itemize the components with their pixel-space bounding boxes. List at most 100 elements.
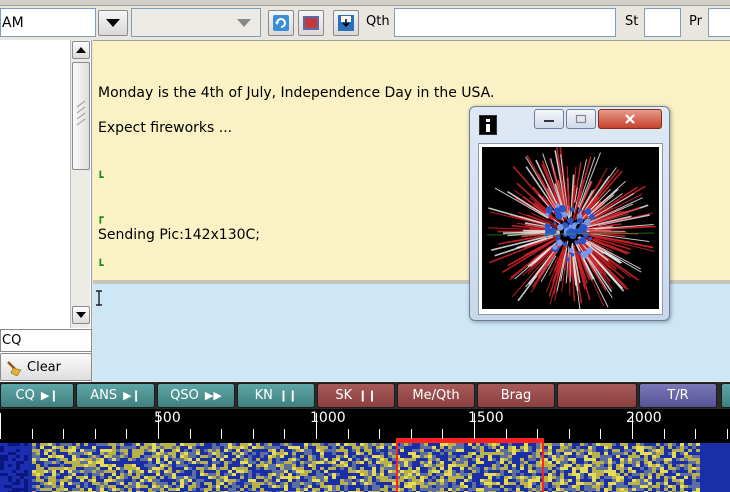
clear-label: Clear <box>27 360 61 375</box>
minimize-icon <box>544 120 554 122</box>
rx-line-3: Sending Pic:142x130C; <box>98 227 261 243</box>
picture-receive-window[interactable] <box>469 106 670 321</box>
st-label: St <box>625 14 639 29</box>
qth-label: Qth <box>366 14 390 29</box>
macro-label: Brag <box>500 388 532 403</box>
macro-button-sk[interactable]: SK ❙❙ <box>317 383 395 408</box>
macro-label: QSO <box>170 388 199 403</box>
macro-state-icon: ▶❙ <box>123 389 141 402</box>
macro-button-t-r[interactable]: T/R <box>639 383 717 408</box>
scale-tick <box>347 429 349 439</box>
macro-button-empty-7[interactable] <box>557 383 637 408</box>
scale-tick <box>663 429 665 439</box>
macro-state-icon: ❙❙ <box>358 389 377 402</box>
bandwidth-field[interactable] <box>131 8 261 37</box>
scale-tick <box>442 429 444 439</box>
scale-tick <box>505 429 507 439</box>
macro-label: KN <box>254 388 273 403</box>
refresh-icon <box>273 15 289 31</box>
scale-tick <box>252 429 254 439</box>
scale-label: 500 <box>154 410 181 426</box>
scale-tick <box>126 429 128 439</box>
minimize-button[interactable] <box>534 109 564 129</box>
grip-icon <box>76 100 86 126</box>
scale-tick <box>31 429 33 439</box>
maximize-button[interactable] <box>566 109 596 129</box>
clear-button[interactable]: Clear <box>0 353 92 381</box>
chevron-up-icon <box>76 47 86 53</box>
scroll-up-button[interactable] <box>72 41 90 59</box>
top-strip <box>0 0 730 6</box>
scale-tick <box>537 429 539 439</box>
scroll-thumb[interactable] <box>72 62 90 170</box>
frequency-scale[interactable]: 500 1000 1500 2000 <box>0 409 730 443</box>
fldigi-window: AM Qth St Pr CQ Clear Monday is the 4th … <box>0 0 730 492</box>
chevron-down-icon <box>237 19 251 27</box>
mode-field[interactable]: AM <box>0 8 96 37</box>
maximize-icon <box>575 114 587 124</box>
firework-image <box>486 147 656 309</box>
left-scrollbar[interactable] <box>70 40 90 328</box>
info-icon <box>479 115 497 135</box>
macro-button-kn[interactable]: KN ❙❙ <box>237 383 315 408</box>
scale-label: 2000 <box>626 410 662 426</box>
scale-tick <box>63 429 65 439</box>
macro-label: Me/Qth <box>412 388 460 403</box>
received-picture <box>482 147 659 309</box>
scale-tick <box>189 429 191 439</box>
picture-frame <box>478 143 663 315</box>
scale-label: 1500 <box>468 410 504 426</box>
qth-input[interactable] <box>394 8 616 37</box>
macro-label: T/R <box>667 388 689 403</box>
macro-state-icon: ▶▶ <box>204 389 222 402</box>
macro-button-brag[interactable]: Brag <box>477 383 555 408</box>
picture-button[interactable] <box>298 10 324 36</box>
scale-tick <box>568 429 570 439</box>
close-button[interactable] <box>598 109 662 129</box>
macro-bar: CQ ▶❙ ANS ▶❙ QSO ▶▶ KN ❙❙ SK ❙❙ Me/Qth Brag T/R <box>0 382 730 409</box>
macro-button-cq[interactable]: CQ ▶❙ <box>0 383 74 408</box>
macro-name-field[interactable]: CQ <box>0 329 92 352</box>
refresh-button[interactable] <box>268 10 294 36</box>
broom-icon <box>7 361 22 377</box>
line-marker: ┏ <box>97 211 104 224</box>
scale-tick <box>410 429 412 439</box>
scroll-down-button[interactable] <box>72 306 90 324</box>
scale-tick <box>284 429 286 439</box>
macro-button-tune[interactable] <box>721 383 730 408</box>
rx-line-2: Expect fireworks ... <box>98 120 233 136</box>
scale-label: 1000 <box>310 410 346 426</box>
scale-tick <box>94 429 96 439</box>
bandwidth-cursor-right <box>542 443 544 492</box>
scale-tick <box>0 413 1 439</box>
chevron-down-icon <box>106 19 120 27</box>
state-input[interactable] <box>644 8 681 37</box>
waterfall-display[interactable] <box>0 443 730 492</box>
bandwidth-cursor-left <box>396 443 398 492</box>
macro-label: CQ <box>15 388 35 403</box>
scale-tick <box>726 429 728 439</box>
mode-dropdown-button[interactable] <box>98 10 128 36</box>
macro-button-me-qth[interactable]: Me/Qth <box>397 383 475 408</box>
chevron-down-icon <box>76 312 86 318</box>
scale-tick <box>379 429 381 439</box>
macro-label: SK <box>335 388 353 403</box>
text-cursor-icon <box>96 290 102 306</box>
pr-label: Pr <box>689 14 702 29</box>
rx-line-1: Monday is the 4th of July, Independence … <box>98 85 495 101</box>
scale-tick <box>695 429 697 439</box>
line-marker: ┗ <box>97 259 104 272</box>
save-log-button[interactable] <box>333 10 359 36</box>
macro-button-qso[interactable]: QSO ▶▶ <box>157 383 235 408</box>
province-input[interactable] <box>708 8 730 37</box>
macro-name-value: CQ <box>2 333 22 348</box>
macro-state-icon: ▶❙ <box>40 389 59 402</box>
line-marker: ┗ <box>97 171 104 184</box>
scale-tick <box>221 429 223 439</box>
macro-button-ans[interactable]: ANS ▶❙ <box>76 383 155 408</box>
waterfall-image <box>0 443 730 492</box>
save-icon <box>338 15 354 31</box>
mode-value: AM <box>2 15 24 31</box>
macro-state-icon: ❙❙ <box>278 389 298 402</box>
close-icon <box>625 114 635 124</box>
